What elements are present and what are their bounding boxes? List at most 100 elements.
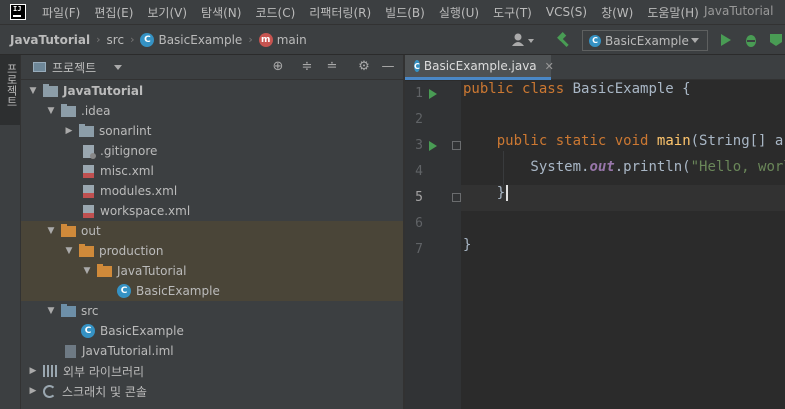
folder-icon bbox=[61, 103, 76, 117]
tree-row-idea[interactable]: ▼ .idea bbox=[21, 101, 403, 121]
code-token: (String[] args) { bbox=[690, 133, 785, 149]
run-icon[interactable] bbox=[720, 33, 732, 47]
code-line-2[interactable] bbox=[461, 107, 785, 133]
menu-help[interactable]: 도움말(H) bbox=[647, 4, 699, 21]
xml-file-icon bbox=[83, 184, 94, 198]
run-main-icon[interactable] bbox=[429, 141, 437, 151]
line-number: 7 bbox=[415, 242, 423, 257]
menu-window[interactable]: 창(W) bbox=[601, 4, 633, 21]
code-line-7[interactable]: } bbox=[461, 237, 785, 263]
tree-row-out-javatutorial[interactable]: ▼ JavaTutorial bbox=[21, 261, 403, 281]
menu-tools[interactable]: 도구(T) bbox=[493, 4, 532, 21]
tree-label: .idea bbox=[81, 104, 111, 118]
code-token: .println( bbox=[614, 159, 691, 175]
menu-run[interactable]: 실행(U) bbox=[439, 4, 479, 21]
gear-icon[interactable]: ⚙ bbox=[357, 60, 371, 74]
breadcrumb-src[interactable]: src bbox=[107, 33, 125, 47]
run-configuration-select[interactable]: C BasicExample bbox=[582, 30, 708, 51]
chevron-right-icon[interactable]: ▶ bbox=[28, 386, 38, 396]
tree-label: modules.xml bbox=[100, 184, 178, 198]
code-token: static bbox=[555, 133, 615, 149]
line-number: 2 bbox=[415, 112, 423, 127]
chevron-down-icon[interactable]: ▼ bbox=[82, 266, 92, 276]
code-line-6[interactable] bbox=[461, 211, 785, 237]
debug-bug-icon[interactable] bbox=[744, 32, 758, 48]
tree-label: JavaTutorial bbox=[117, 264, 187, 278]
collapse-all-icon[interactable]: ≐ bbox=[325, 60, 339, 74]
coverage-icon[interactable] bbox=[768, 32, 784, 48]
tree-label: 외부 라이브러리 bbox=[63, 364, 145, 379]
code-area[interactable]: public class BasicExample { public stati… bbox=[461, 81, 785, 409]
tree-row-compiled-class[interactable]: C BasicExample bbox=[21, 281, 403, 301]
line-number: 6 bbox=[415, 216, 423, 231]
tree-row-out[interactable]: ▼ out bbox=[21, 221, 403, 241]
chevron-down-icon[interactable]: ▼ bbox=[46, 106, 56, 116]
fold-marker-icon[interactable] bbox=[452, 141, 461, 150]
class-icon: C bbox=[81, 324, 95, 338]
user-account-icon[interactable] bbox=[512, 33, 536, 47]
tree-label: src bbox=[81, 304, 99, 318]
chevron-down-icon bbox=[691, 38, 699, 43]
tree-row-scratches[interactable]: ▶ 스크래치 및 콘솔 bbox=[21, 381, 403, 401]
chevron-down-icon[interactable]: ▼ bbox=[64, 246, 74, 256]
gitignore-file-icon bbox=[83, 144, 96, 159]
chevron-right-icon[interactable]: ▶ bbox=[64, 126, 74, 136]
tree-row-iml[interactable]: JavaTutorial.iml bbox=[21, 341, 403, 361]
tree-row-production[interactable]: ▼ production bbox=[21, 241, 403, 261]
editor-tab-basicexample[interactable]: C BasicExample.java ✕ bbox=[405, 55, 554, 80]
tree-row-src[interactable]: ▼ src bbox=[21, 301, 403, 321]
fold-marker-icon[interactable] bbox=[452, 193, 461, 202]
tool-window-strip: 프로젝트 bbox=[0, 55, 21, 409]
menu-file[interactable]: 파일(F) bbox=[42, 4, 80, 21]
chevron-down-icon[interactable] bbox=[114, 64, 123, 70]
chevron-down-icon[interactable]: ▼ bbox=[46, 226, 56, 236]
chevron-down-icon[interactable]: ▼ bbox=[46, 306, 56, 316]
tree-label: .gitignore bbox=[100, 144, 158, 158]
locate-target-icon[interactable]: ⊕ bbox=[271, 60, 285, 74]
code-token: out bbox=[589, 159, 615, 175]
menu-build[interactable]: 빌드(B) bbox=[385, 4, 425, 21]
tree-row-external-libraries[interactable]: ▶ 외부 라이브러리 bbox=[21, 361, 403, 381]
excluded-folder-icon bbox=[79, 243, 94, 257]
menu-code[interactable]: 코드(C) bbox=[255, 4, 295, 21]
hide-panel-icon[interactable]: — bbox=[381, 60, 395, 74]
menu-navigate[interactable]: 탐색(N) bbox=[201, 4, 241, 21]
code-token: } bbox=[463, 185, 506, 201]
menu-edit[interactable]: 편집(E) bbox=[94, 4, 133, 21]
module-folder-icon bbox=[43, 83, 58, 97]
menu-vcs[interactable]: VCS(S) bbox=[546, 5, 587, 19]
menu-refactor[interactable]: 리팩터링(R) bbox=[309, 4, 371, 21]
breadcrumb-method-label: main bbox=[276, 32, 307, 47]
project-tool-window-tab[interactable]: 프로젝트 bbox=[0, 55, 20, 125]
class-icon: C bbox=[117, 284, 131, 298]
chevron-down-icon[interactable]: ▼ bbox=[28, 86, 38, 96]
breadcrumb-project[interactable]: JavaTutorial bbox=[10, 33, 90, 47]
breadcrumb-class-label: BasicExample bbox=[158, 32, 243, 47]
build-hammer-icon[interactable] bbox=[556, 32, 572, 48]
menu-view[interactable]: 보기(V) bbox=[147, 4, 187, 21]
tree-row-source-class[interactable]: C BasicExample bbox=[21, 321, 403, 341]
code-line-3[interactable]: public static void main(String[] args) { bbox=[461, 133, 785, 159]
project-panel-title[interactable]: 프로젝트 bbox=[52, 59, 96, 76]
tree-row-workspace-xml[interactable]: workspace.xml bbox=[21, 201, 403, 221]
breadcrumb-method[interactable]: m main bbox=[258, 32, 307, 47]
tree-row-gitignore[interactable]: .gitignore bbox=[21, 141, 403, 161]
code-token: { bbox=[682, 81, 691, 97]
run-class-icon[interactable] bbox=[429, 89, 437, 99]
tree-row-project-root[interactable]: ▼ JavaTutorial bbox=[21, 81, 403, 101]
intellij-logo-icon[interactable]: IJ bbox=[10, 4, 26, 20]
excluded-folder-icon bbox=[97, 263, 112, 277]
code-line-5[interactable]: } bbox=[461, 185, 785, 211]
close-icon[interactable]: ✕ bbox=[545, 60, 554, 73]
xml-file-icon bbox=[83, 164, 94, 178]
code-line-4[interactable]: System.out.println("Hello, world!"); bbox=[461, 159, 785, 185]
library-icon bbox=[43, 365, 57, 377]
class-icon: C bbox=[589, 34, 601, 47]
breadcrumb-class[interactable]: C BasicExample bbox=[140, 32, 243, 47]
chevron-right-icon[interactable]: ▶ bbox=[28, 366, 38, 376]
tree-row-misc-xml[interactable]: misc.xml bbox=[21, 161, 403, 181]
tree-row-sonarlint[interactable]: ▶ sonarlint bbox=[21, 121, 403, 141]
expand-all-icon[interactable]: ≑ bbox=[300, 60, 314, 74]
tree-row-modules-xml[interactable]: modules.xml bbox=[21, 181, 403, 201]
code-line-1[interactable]: public class BasicExample { bbox=[461, 81, 785, 107]
